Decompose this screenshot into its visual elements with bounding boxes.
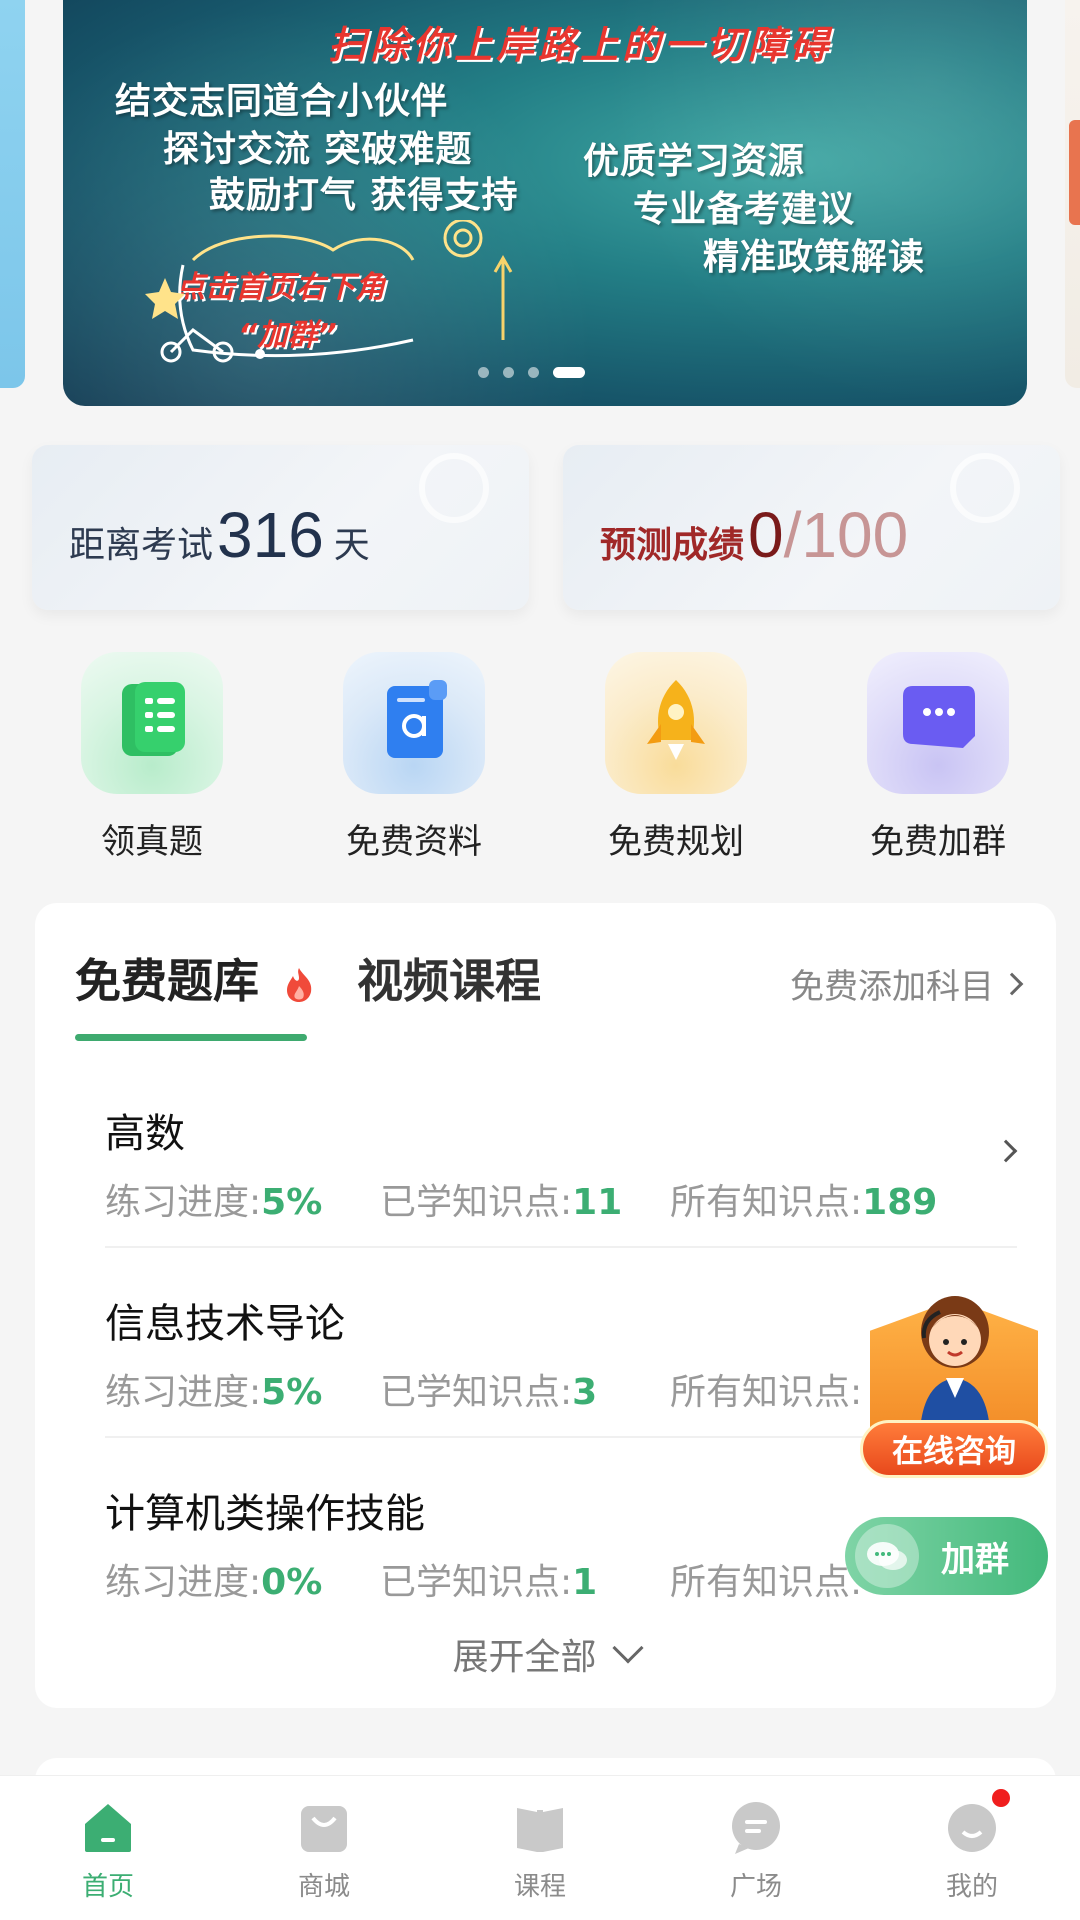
bottom-tab-bar: 首页 商城 课程 广场 我的	[0, 1775, 1080, 1920]
quick-action-real-exams[interactable]: 领真题	[52, 652, 252, 863]
predicted-score-value: 0	[748, 499, 784, 571]
learned-value: 3	[572, 1372, 598, 1413]
carousel-dot[interactable]	[478, 367, 489, 378]
chat-bubbles-icon	[855, 1524, 919, 1588]
quick-action-free-plan[interactable]: 免费规划	[576, 652, 776, 863]
carousel-dot[interactable]	[503, 367, 514, 378]
quick-action-free-group[interactable]: 免费加群	[838, 652, 1038, 863]
exam-countdown-card[interactable]: 距离考试 316 天	[32, 445, 529, 610]
quick-action-label: 免费资料	[346, 822, 482, 862]
progress-value: 0%	[261, 1562, 323, 1603]
learned-label: 已学知识点:	[380, 1562, 573, 1603]
notification-badge	[989, 1786, 1013, 1810]
card-decoration	[950, 453, 1020, 523]
learned-label: 已学知识点:	[380, 1372, 573, 1413]
quick-action-label: 免费加群	[870, 822, 1006, 862]
predicted-score-card[interactable]: 预测成绩 0 /100	[563, 445, 1060, 610]
progress-label: 练习进度:	[105, 1182, 262, 1223]
total-label: 所有知识点:	[670, 1562, 863, 1603]
panel-tabs: 免费题库 视频课程	[75, 945, 541, 1041]
customer-service-avatar-icon	[920, 1296, 990, 1430]
total-label: 所有知识点:	[670, 1182, 863, 1223]
document-scroll-icon	[343, 652, 485, 794]
banner-carousel[interactable]: 扫除你上岸路上的一切障碍 结交志同道合小伙伴 探讨交流 突破难题 鼓励打气 获得…	[0, 0, 1080, 410]
tab-label: 商城	[297, 1872, 350, 1902]
learned-value: 1	[572, 1562, 598, 1603]
carousel-dot[interactable]	[528, 367, 539, 378]
predicted-score-total: /100	[783, 499, 909, 571]
tab-label: 广场	[729, 1872, 782, 1902]
progress-value: 5%	[261, 1182, 323, 1223]
chevron-down-icon	[611, 1632, 644, 1664]
chevron-right-icon	[1000, 972, 1024, 995]
chat-icon	[732, 1802, 780, 1854]
banner-line: 结交志同道合小伙伴	[115, 81, 449, 122]
total-value: 189	[862, 1182, 938, 1223]
banner-line: 优质学习资源	[583, 141, 806, 182]
quick-action-label: 免费规划	[608, 822, 744, 862]
tab-home[interactable]: 首页	[0, 1776, 216, 1920]
hot-flame-icon	[287, 967, 312, 1002]
expand-all-label: 展开全部	[452, 1637, 597, 1678]
book-icon	[517, 1808, 563, 1852]
expand-all-button[interactable]: 展开全部	[35, 1628, 1056, 1680]
divider	[105, 1246, 1017, 1248]
tab-label: 免费题库	[75, 954, 259, 1008]
tab-courses[interactable]: 课程	[432, 1776, 648, 1920]
carousel-dots	[478, 367, 585, 378]
tab-profile[interactable]: 我的	[864, 1776, 1080, 1920]
course-title: 高数	[105, 1111, 185, 1157]
banner-headline: 扫除你上岸路上的一切障碍	[328, 23, 833, 67]
join-group-button[interactable]: 加群	[845, 1517, 1048, 1595]
online-consult-widget[interactable]: 在线咨询	[860, 1290, 1050, 1480]
course-item[interactable]: 高数 练习进度:5% 已学知识点:11 所有知识点:189	[105, 1101, 1015, 1225]
progress-value: 5%	[261, 1372, 323, 1413]
exam-countdown-label: 距离考试	[69, 525, 214, 566]
carousel-dot-active[interactable]	[553, 367, 585, 378]
total-label: 所有知识点:	[670, 1372, 863, 1413]
learned-value: 11	[572, 1182, 623, 1223]
card-decoration	[419, 453, 489, 523]
tab-label: 我的	[945, 1872, 998, 1902]
tab-active-indicator	[75, 1034, 307, 1041]
join-group-label: 加群	[941, 1539, 1009, 1580]
banner-slide[interactable]: 扫除你上岸路上的一切障碍 结交志同道合小伙伴 探讨交流 突破难题 鼓励打气 获得…	[63, 0, 1027, 406]
add-subject-label: 免费添加科目	[790, 967, 994, 1007]
banner-line: 探讨交流 突破难题	[163, 129, 473, 170]
quick-actions: 领真题 免费资料 免费规划 免费加群	[0, 652, 1080, 862]
predicted-score-label: 预测成绩	[600, 525, 745, 566]
exam-countdown-unit: 天	[333, 525, 370, 566]
learned-label: 已学知识点:	[380, 1182, 573, 1223]
tab-label: 首页	[81, 1872, 134, 1902]
tab-video-courses[interactable]: 视频课程	[357, 945, 541, 1041]
shopping-bag-icon	[301, 1806, 347, 1852]
prev-banner-peek[interactable]	[0, 0, 25, 388]
tab-label: 课程	[513, 1872, 566, 1902]
banner-line: 精准政策解读	[703, 237, 926, 278]
quick-action-label: 领真题	[101, 822, 203, 862]
home-icon	[85, 1804, 131, 1852]
progress-label: 练习进度:	[105, 1562, 262, 1603]
banner-line: 鼓励打气 获得支持	[209, 175, 519, 216]
online-consult-button[interactable]: 在线咨询	[860, 1420, 1048, 1478]
quick-action-free-materials[interactable]: 免费资料	[314, 652, 514, 863]
tab-square[interactable]: 广场	[648, 1776, 864, 1920]
add-subject-link[interactable]: 免费添加科目	[790, 959, 1024, 1008]
doodle-decoration	[145, 220, 513, 363]
exam-countdown-days: 316	[217, 499, 324, 571]
progress-label: 练习进度:	[105, 1372, 262, 1413]
tab-free-question-bank[interactable]: 免费题库	[75, 945, 315, 1041]
chat-bubble-icon	[867, 652, 1009, 794]
banner-line: 专业备考建议	[633, 189, 856, 230]
exam-paper-icon	[81, 652, 223, 794]
rocket-icon	[605, 652, 747, 794]
next-banner-peek[interactable]	[1065, 0, 1080, 388]
tab-mall[interactable]: 商城	[216, 1776, 432, 1920]
